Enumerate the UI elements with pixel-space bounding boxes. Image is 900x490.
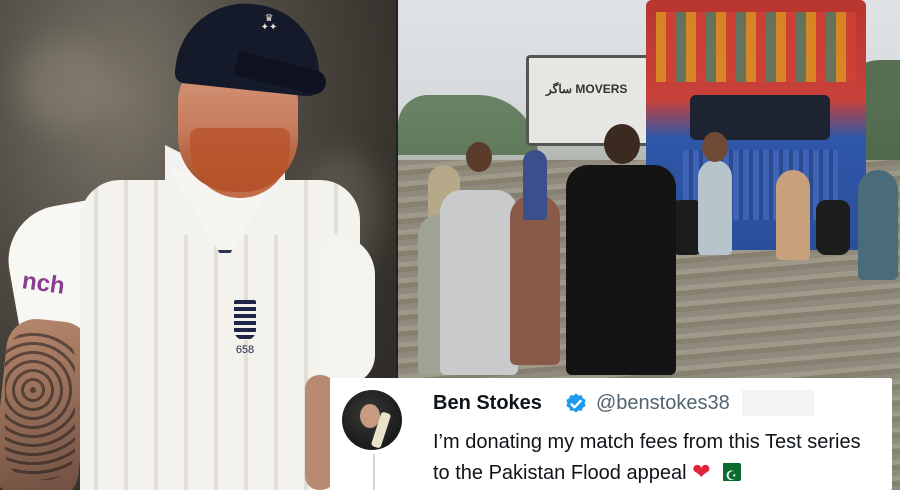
- truck-sign: ساگر MOVERS: [546, 82, 628, 96]
- man-brown-shirt: [510, 195, 560, 365]
- smiling-man-head: [466, 142, 492, 172]
- person-blue-shirt: [523, 150, 547, 220]
- author-name[interactable]: Ben Stokes: [433, 392, 542, 415]
- thread-line: [373, 454, 375, 490]
- cap-crest-icon: ♛ ✦✦: [260, 13, 278, 33]
- pakistan-flag-icon: [716, 461, 741, 490]
- background-blur: [20, 40, 110, 130]
- cap-number: 658: [235, 344, 255, 356]
- person-right-edge: [858, 170, 898, 280]
- truck-wheel: [816, 200, 850, 255]
- three-lions-crest-icon: [234, 300, 256, 340]
- person-carrying-sack: [698, 160, 732, 255]
- arm-tattoo: [5, 330, 75, 480]
- profile-avatar[interactable]: [342, 390, 402, 450]
- truck-ornaments: [656, 12, 856, 82]
- redacted-area: [742, 390, 814, 416]
- tweet-body: I’m donating my match fees from this Tes…: [433, 428, 878, 490]
- verified-badge-icon: [566, 393, 586, 413]
- red-heart-icon: ❤: [692, 459, 711, 484]
- shirt-sleeve-right: [315, 235, 375, 385]
- author-handle[interactable]: @benstokes38: [596, 392, 730, 415]
- man-black-kurta-head: [604, 124, 640, 164]
- smiling-man: [440, 190, 518, 375]
- tweet-text: I’m donating my match fees from this Tes…: [433, 431, 861, 484]
- tweet-card: Ben Stokes @benstokes38 I’m donating my …: [330, 378, 892, 490]
- ecb-badge: 658: [230, 300, 260, 370]
- person-head: [702, 132, 728, 162]
- man-black-kurta: [566, 165, 676, 375]
- trees-left: [398, 95, 538, 155]
- woman-carrying-load: [776, 170, 810, 260]
- sponsor-logo-text: nch: [20, 267, 67, 300]
